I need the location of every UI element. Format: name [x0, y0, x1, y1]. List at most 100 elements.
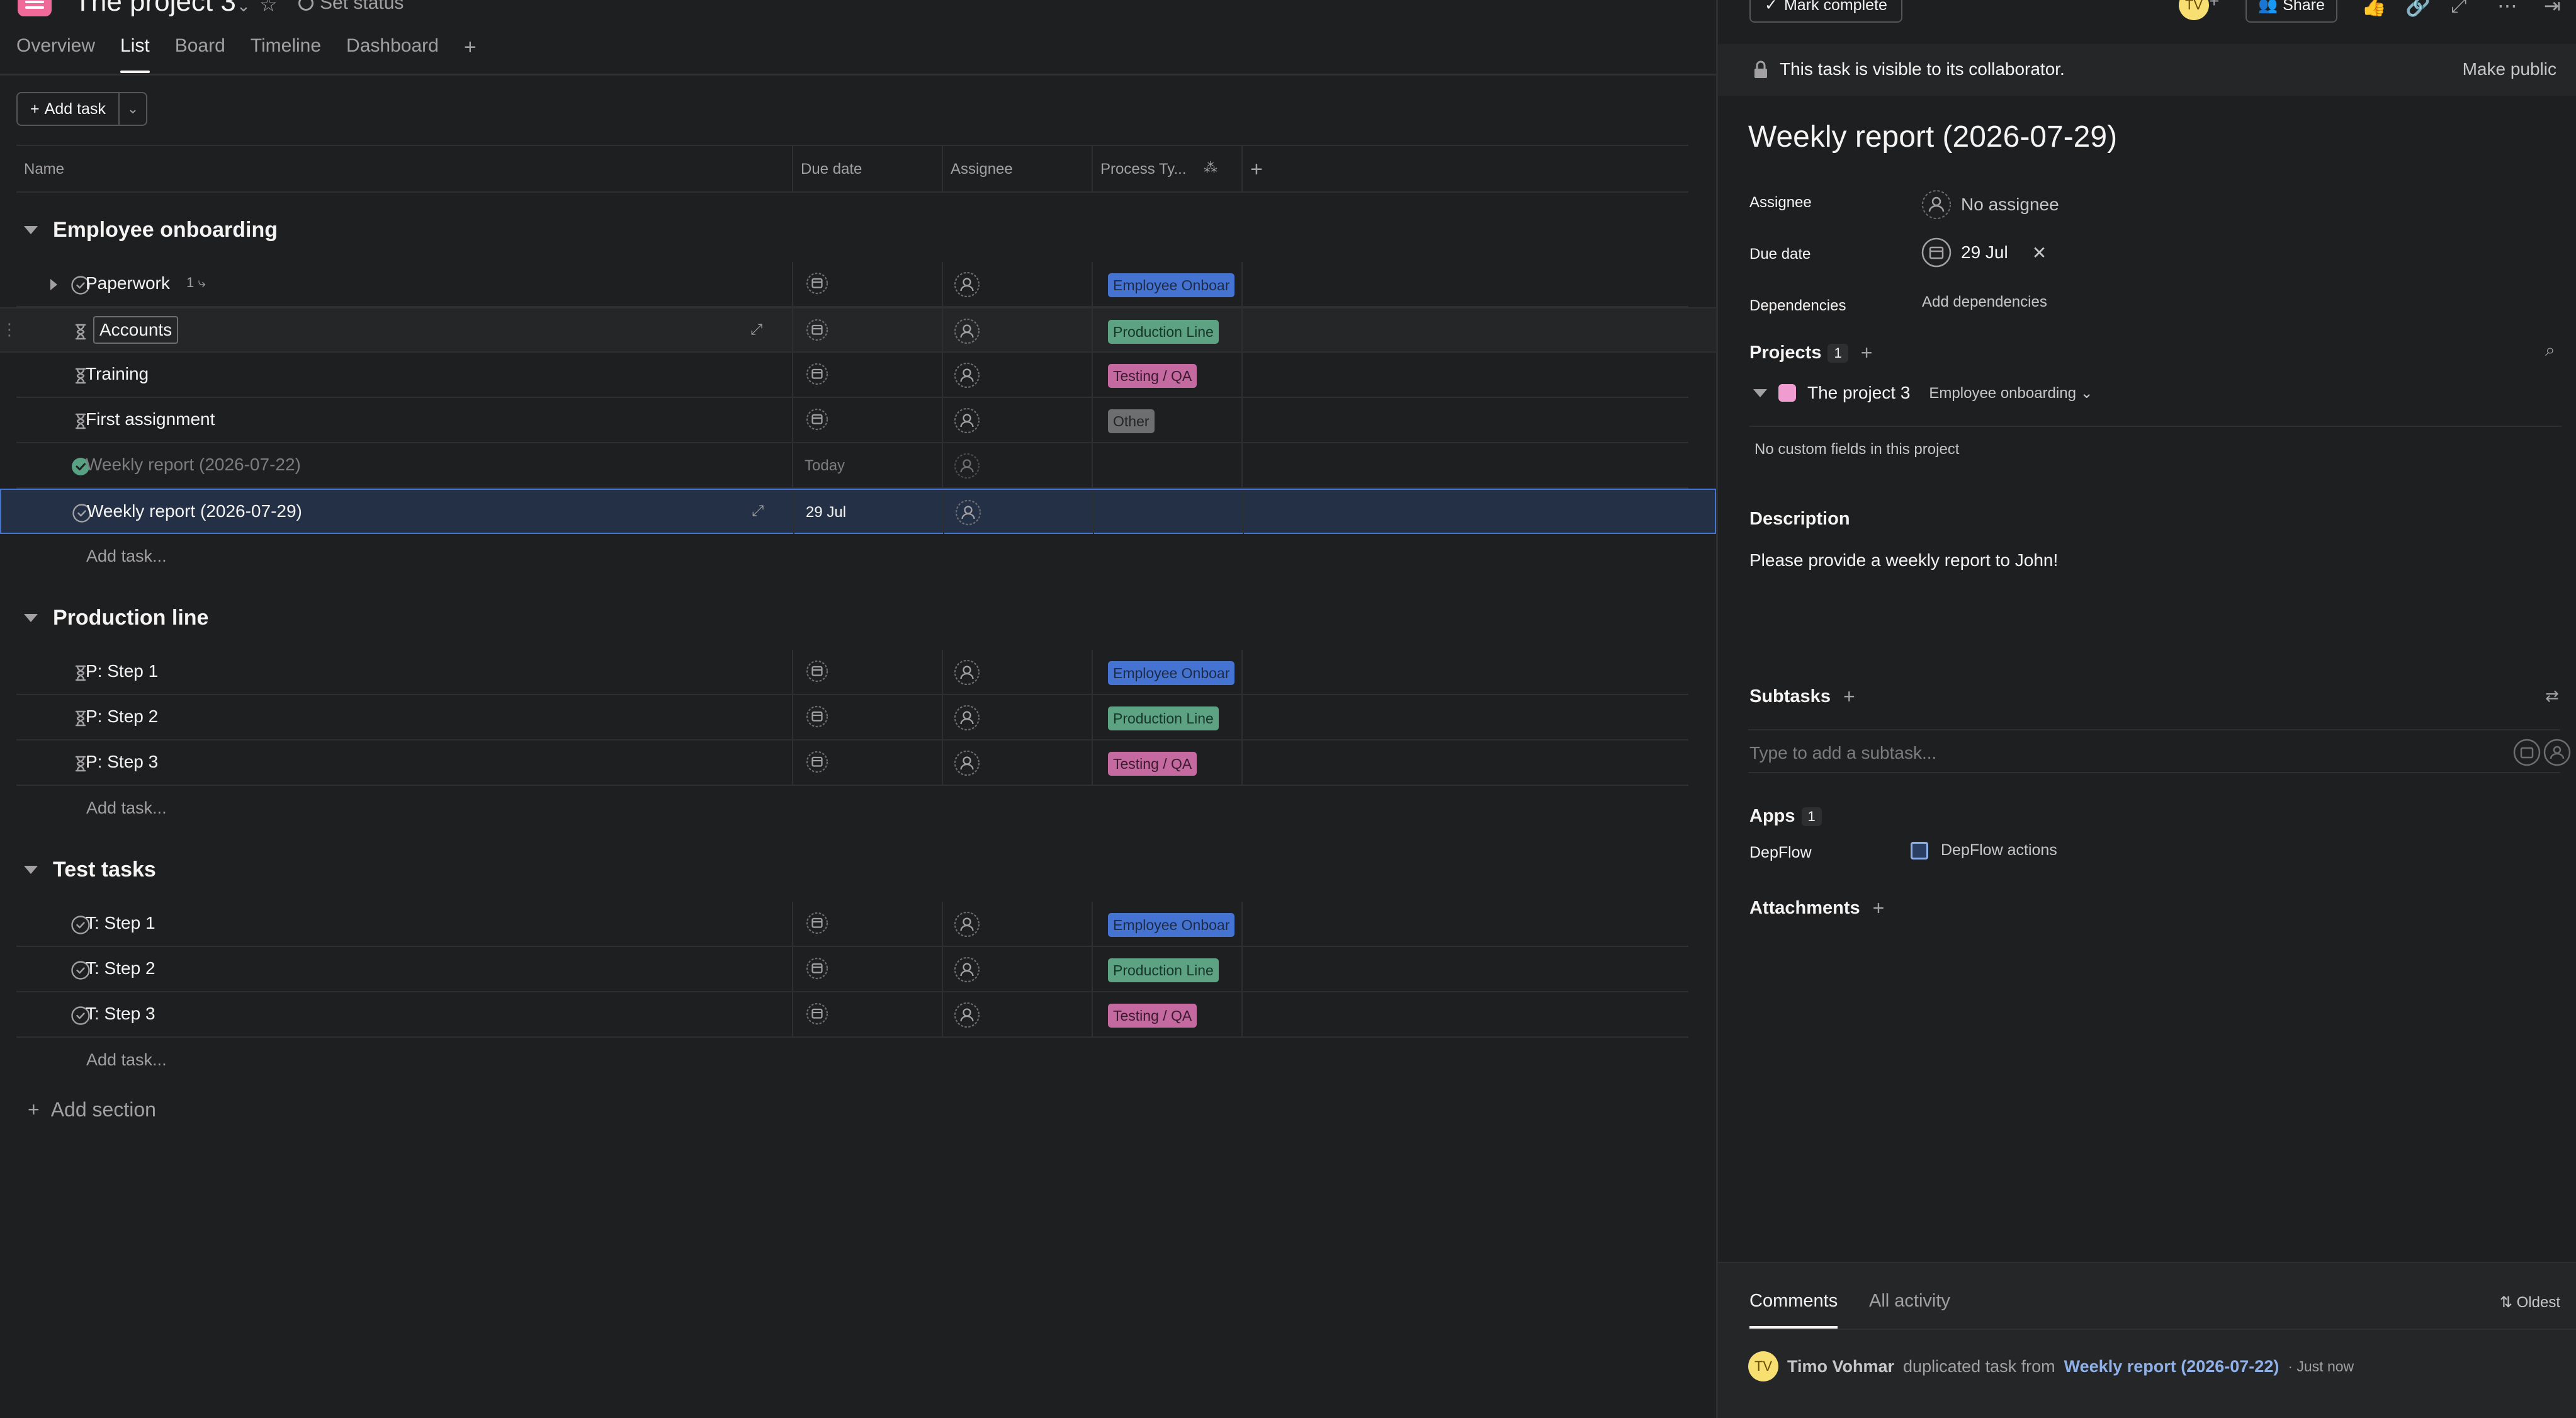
due-date-cell[interactable]	[793, 695, 943, 739]
set-status-button[interactable]: Set status	[298, 0, 404, 14]
thumbs-up-icon[interactable]: 👍	[2361, 0, 2387, 18]
due-date-cell[interactable]	[793, 398, 943, 442]
process-type-cell[interactable]: Production Line	[1093, 309, 1243, 353]
process-type-cell[interactable]	[1094, 490, 1244, 534]
due-date-cell[interactable]	[793, 902, 943, 946]
subtask-input[interactable]: Type to add a subtask...	[1748, 729, 2571, 773]
column-header-process-type[interactable]: Process Ty... ⁂	[1093, 146, 1243, 193]
task-name[interactable]: T: Step 1	[86, 913, 155, 933]
section-header[interactable]: Production line	[24, 606, 208, 630]
task-name-cell[interactable]: Training	[16, 353, 793, 397]
column-header-due-date[interactable]: Due date	[793, 146, 943, 193]
task-name[interactable]: Paperwork	[86, 273, 170, 293]
task-name-cell[interactable]: Paperwork 1 ⤷	[16, 262, 793, 306]
description-text[interactable]: Please provide a weekly report to John!	[1749, 550, 2058, 570]
due-date-cell[interactable]	[793, 650, 943, 694]
task-name[interactable]: P: Step 2	[86, 706, 158, 727]
collapse-triangle-icon[interactable]	[24, 226, 38, 234]
drag-handle-icon[interactable]: ⋮	[1, 320, 18, 339]
table-row[interactable]: P: Step 1 Employee Onboar	[16, 650, 1688, 695]
process-type-cell[interactable]: Testing / QA	[1093, 353, 1243, 397]
process-type-cell[interactable]	[1093, 443, 1243, 487]
due-date-cell[interactable]	[793, 992, 943, 1036]
task-name[interactable]: Accounts	[93, 316, 179, 344]
due-date-cell[interactable]	[793, 947, 943, 991]
collapse-triangle-icon[interactable]	[24, 866, 38, 874]
process-type-cell[interactable]: Testing / QA	[1093, 992, 1243, 1036]
activity-task-link[interactable]: Weekly report (2026-07-22)	[2064, 1357, 2279, 1376]
search-icon[interactable]: ⌕	[2545, 340, 2555, 361]
tab-board[interactable]: Board	[175, 35, 225, 73]
project-name-link[interactable]: The project 3	[1807, 383, 1910, 403]
due-date-cell[interactable]	[793, 309, 943, 353]
link-icon[interactable]: 🔗	[2405, 0, 2431, 18]
tab-comments[interactable]: Comments	[1749, 1291, 1838, 1329]
task-name[interactable]: Weekly report (2026-07-22)	[86, 455, 301, 475]
table-row[interactable]: Weekly report (2026-07-22) Today	[16, 443, 1688, 489]
table-row[interactable]: T: Step 2 Production Line	[16, 947, 1688, 992]
add-column-plus-icon[interactable]: +	[1243, 146, 1280, 193]
collapse-triangle-icon[interactable]	[24, 614, 38, 622]
assignee-cell[interactable]	[943, 398, 1093, 442]
assignee-cell[interactable]	[943, 262, 1093, 306]
collapse-triangle-icon[interactable]	[1753, 389, 1767, 397]
add-task-inline-link[interactable]: Add task...	[86, 1050, 167, 1070]
star-icon[interactable]: ☆	[259, 0, 278, 16]
clear-due-date-close-icon[interactable]: ✕	[2032, 242, 2047, 263]
due-date-cell[interactable]	[793, 740, 943, 785]
process-type-cell[interactable]: Production Line	[1093, 947, 1243, 991]
table-row[interactable]: P: Step 2 Production Line	[16, 695, 1688, 740]
hourglass-icon[interactable]	[71, 322, 91, 342]
calendar-icon[interactable]	[2512, 738, 2541, 767]
task-name[interactable]: Weekly report (2026-07-29)	[87, 501, 302, 521]
table-row[interactable]: T: Step 1 Employee Onboar	[16, 902, 1688, 947]
field-settings-icon[interactable]: ⁂	[1204, 160, 1217, 176]
add-task-dropdown-chevron-icon[interactable]: ⌄	[120, 92, 147, 126]
assignee-cell[interactable]	[943, 443, 1093, 487]
expand-subtasks-triangle-icon[interactable]	[50, 279, 57, 290]
task-name-cell[interactable]: P: Step 3	[16, 740, 793, 785]
process-type-cell[interactable]: Employee Onboar	[1093, 902, 1243, 946]
sort-oldest-button[interactable]: ⇅ Oldest	[2500, 1293, 2560, 1312]
depflow-actions-button[interactable]: DepFlow actions	[1911, 841, 2057, 859]
tab-timeline[interactable]: Timeline	[251, 35, 321, 73]
assignee-cell[interactable]	[943, 992, 1093, 1036]
add-project-plus-icon[interactable]: +	[1861, 341, 1873, 365]
assignee-cell[interactable]	[943, 650, 1093, 694]
task-name[interactable]: T: Step 3	[86, 1004, 155, 1024]
more-options-icon[interactable]: ⋯	[2497, 0, 2517, 18]
section-title[interactable]: Test tasks	[53, 858, 156, 882]
section-selector[interactable]: Employee onboarding ⌄	[1929, 384, 2093, 402]
task-name[interactable]: Training	[86, 364, 149, 384]
task-name-cell[interactable]: P: Step 1	[16, 650, 793, 694]
collaborator-avatar[interactable]: TV	[2179, 0, 2209, 20]
process-type-cell[interactable]: Production Line	[1093, 695, 1243, 739]
table-row[interactable]: Accounts ⤢ Production Line ⋮	[0, 307, 1716, 353]
user-placeholder-icon[interactable]	[2543, 738, 2572, 767]
tab-dashboard[interactable]: Dashboard	[346, 35, 439, 73]
tab-list[interactable]: List	[120, 35, 150, 73]
assignee-cell[interactable]	[943, 309, 1093, 353]
project-title[interactable]: The project 3	[74, 0, 236, 18]
open-details-icon[interactable]: ⤢	[752, 502, 764, 520]
section-title[interactable]: Employee onboarding	[53, 218, 278, 242]
close-panel-icon[interactable]: ⇥	[2544, 0, 2561, 18]
add-dependencies-link[interactable]: Add dependencies	[1922, 293, 2047, 311]
avatar[interactable]: TV	[1748, 1351, 1778, 1381]
tab-all-activity[interactable]: All activity	[1869, 1291, 1950, 1329]
task-name[interactable]: P: Step 1	[86, 661, 158, 681]
task-name-cell[interactable]: First assignment	[16, 398, 793, 442]
add-subtask-plus-icon[interactable]: +	[1843, 685, 1855, 708]
assignee-cell[interactable]	[943, 740, 1093, 785]
due-date-cell[interactable]: Today	[793, 443, 943, 487]
assignee-cell[interactable]	[943, 902, 1093, 946]
assignee-field[interactable]: No assignee	[1921, 189, 2059, 220]
tab-overview[interactable]: Overview	[16, 35, 95, 73]
process-type-cell[interactable]: Employee Onboar	[1093, 650, 1243, 694]
make-public-button[interactable]: Make public	[2463, 59, 2556, 79]
add-tab-plus-icon[interactable]: +	[464, 35, 477, 73]
column-header-assignee[interactable]: Assignee	[943, 146, 1093, 193]
table-row[interactable]: Training Testing / QA	[16, 353, 1688, 398]
section-header[interactable]: Employee onboarding	[24, 218, 278, 242]
subtask-options-icon[interactable]: ⇄	[2545, 686, 2559, 706]
